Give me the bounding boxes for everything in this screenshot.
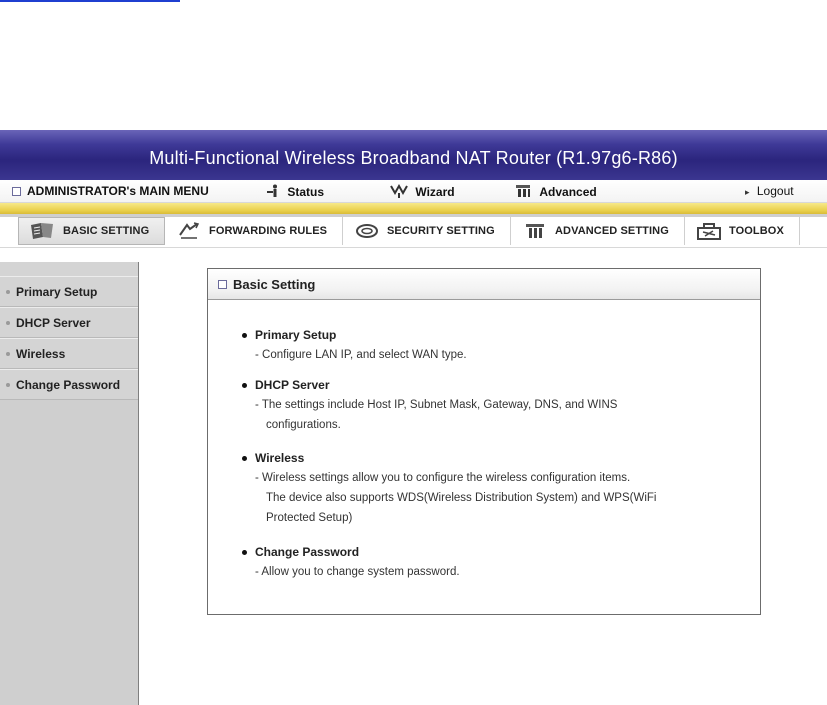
status-icon [266, 184, 280, 201]
toolbox-icon [695, 221, 723, 241]
sidebar-item-label: Wireless [16, 346, 66, 361]
section-heading-text: Change Password [255, 545, 360, 559]
section-description: - Wireless settings allow you to configu… [241, 468, 656, 528]
tab-toolbox-label: TOOLBOX [729, 225, 784, 237]
sidebar-item-change-password[interactable]: Change Password [0, 369, 138, 400]
gold-divider-band [0, 203, 827, 217]
section-heading: Change Password [241, 545, 460, 559]
description-line: - The settings include Host IP, Subnet M… [255, 399, 618, 411]
description-line: configurations. [266, 419, 341, 431]
section-heading-text: Wireless [255, 451, 305, 465]
tab-basic-setting-label: BASIC SETTING [63, 225, 150, 237]
panel-title: Basic Setting [233, 276, 316, 292]
sidebar-item-label: Change Password [16, 377, 121, 392]
advanced-label: Advanced [539, 185, 597, 199]
sidebar-item-dhcp-server[interactable]: DHCP Server [0, 307, 138, 338]
forwarding-rules-icon [175, 221, 203, 241]
security-setting-icon [353, 221, 381, 241]
basic-setting-panel: Basic Setting Primary Setup - Configure … [207, 268, 761, 615]
advanced-icon [514, 184, 532, 201]
sidebar-item-wireless[interactable]: Wireless [0, 338, 138, 369]
bullet-icon [242, 455, 247, 461]
tab-forwarding-rules[interactable]: FORWARDING RULES [165, 217, 343, 245]
bullet-icon [242, 332, 247, 338]
status-label: Status [287, 185, 325, 199]
sidebar-top-spacer [0, 262, 138, 276]
main-menu-bar: ADMINISTRATOR's MAIN MENU Status Wizard … [0, 180, 827, 203]
tab-advanced-setting[interactable]: ADVANCED SETTING [511, 217, 685, 245]
section-heading: Primary Setup [241, 328, 467, 342]
section-description: - Configure LAN IP, and select WAN type. [241, 345, 467, 365]
panel-header: Basic Setting [208, 269, 760, 300]
tab-advanced-setting-label: ADVANCED SETTING [555, 225, 669, 237]
sidebar: Primary Setup DHCP Server Wireless Chang… [0, 262, 139, 705]
chevron-right-icon: ▸ [745, 187, 750, 197]
bullet-icon [6, 289, 10, 294]
advanced-link[interactable]: Advanced [514, 184, 597, 201]
section-change-password: Change Password - Allow you to change sy… [241, 545, 460, 582]
tab-security-setting-label: SECURITY SETTING [387, 225, 495, 237]
sidebar-item-label: DHCP Server [16, 315, 91, 330]
section-heading: Wireless [241, 451, 656, 465]
section-heading: DHCP Server [241, 378, 617, 392]
tab-toolbox[interactable]: TOOLBOX [685, 217, 800, 245]
status-link[interactable]: Status [266, 184, 324, 201]
sidebar-item-primary-setup[interactable]: Primary Setup [0, 276, 138, 307]
advanced-setting-icon [521, 221, 549, 241]
bullet-icon [242, 549, 247, 555]
logout-label: Logout [756, 184, 794, 198]
panel-square-icon [218, 279, 227, 289]
admin-main-menu-link[interactable]: ADMINISTRATOR's MAIN MENU [12, 184, 209, 198]
tab-basic-setting[interactable]: BASIC SETTING [18, 217, 165, 245]
basic-setting-icon [29, 221, 57, 241]
wizard-icon [390, 183, 408, 201]
description-line: The device also supports WDS(Wireless Di… [266, 492, 657, 504]
bullet-icon [242, 382, 247, 388]
bullet-icon [6, 351, 10, 356]
logout-link[interactable]: ▸ Logout [745, 184, 794, 198]
section-heading-text: Primary Setup [255, 328, 337, 342]
settings-tab-bar: BASIC SETTING FORWARDING RULES SECURITY … [0, 217, 827, 248]
section-description: - The settings include Host IP, Subnet M… [241, 395, 617, 435]
description-line: - Configure LAN IP, and select WAN type. [255, 349, 467, 361]
admin-main-menu-label: ADMINISTRATOR's MAIN MENU [27, 184, 209, 198]
header-banner: Multi-Functional Wireless Broadband NAT … [0, 130, 827, 180]
wizard-link[interactable]: Wizard [390, 183, 455, 201]
sidebar-item-label: Primary Setup [16, 284, 98, 299]
router-title: Multi-Functional Wireless Broadband NAT … [149, 148, 678, 168]
top-link-underline [0, 0, 180, 2]
wizard-label: Wizard [415, 185, 455, 199]
tab-forwarding-rules-label: FORWARDING RULES [209, 225, 328, 237]
section-heading-text: DHCP Server [255, 378, 330, 392]
description-line: - Allow you to change system password. [255, 566, 460, 578]
description-line: Protected Setup) [266, 512, 353, 524]
bullet-icon [6, 382, 10, 387]
section-primary-setup: Primary Setup - Configure LAN IP, and se… [241, 328, 467, 365]
menu-square-icon [12, 187, 21, 197]
section-wireless: Wireless - Wireless settings allow you t… [241, 451, 656, 528]
bullet-icon [6, 320, 10, 325]
section-dhcp-server: DHCP Server - The settings include Host … [241, 378, 617, 435]
description-line: - Wireless settings allow you to configu… [255, 472, 631, 484]
tab-security-setting[interactable]: SECURITY SETTING [343, 217, 511, 245]
section-description: - Allow you to change system password. [241, 562, 460, 582]
